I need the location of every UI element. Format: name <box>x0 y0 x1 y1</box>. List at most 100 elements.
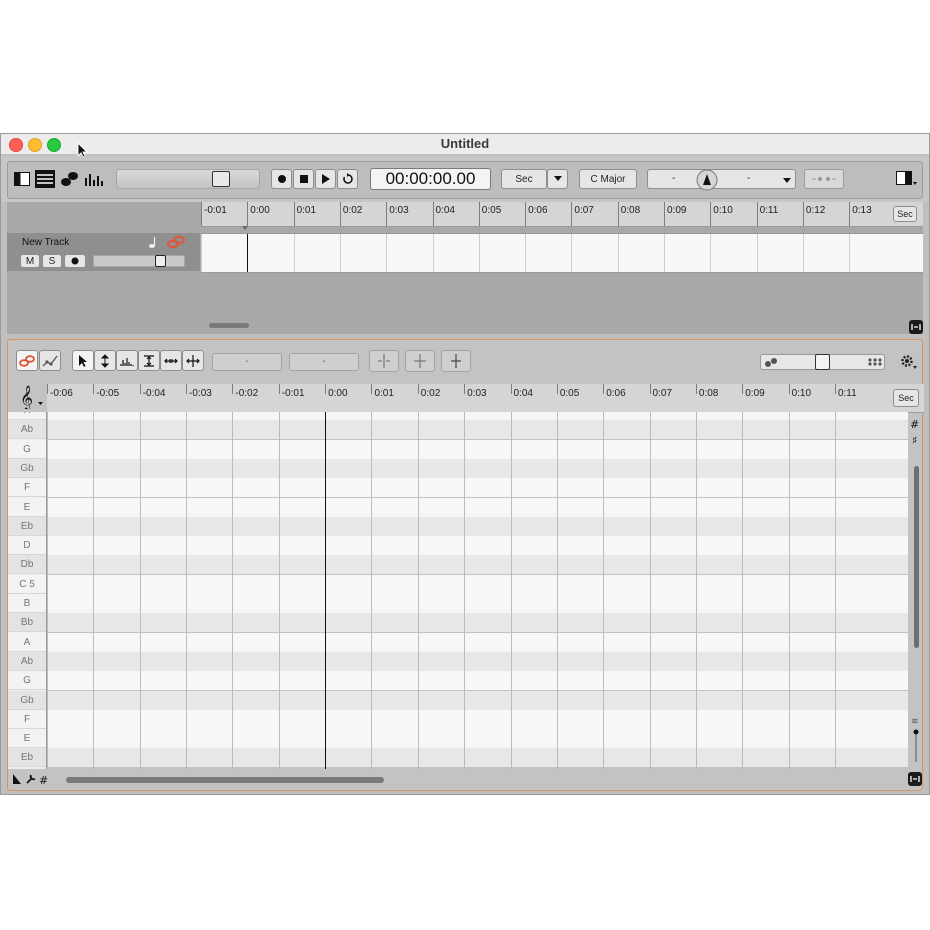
wrench-icon[interactable] <box>25 773 37 785</box>
note-row[interactable] <box>47 690 908 710</box>
note-row[interactable] <box>47 632 908 652</box>
piano-key[interactable]: Db <box>8 555 46 575</box>
piano-key[interactable]: G <box>8 671 46 691</box>
align-center-button[interactable] <box>405 350 435 372</box>
mute-button[interactable]: M <box>20 254 40 268</box>
editor-vertical-scrollbar[interactable] <box>914 466 919 648</box>
play-button[interactable] <box>315 169 336 189</box>
sharps-flats-icon[interactable]: # ♯ <box>910 416 922 446</box>
track-volume-thumb[interactable] <box>155 255 166 267</box>
time-format-button[interactable]: Sec <box>501 169 547 189</box>
track-volume-slider[interactable] <box>93 255 185 267</box>
piano-key[interactable]: Eb <box>8 516 46 536</box>
piano-key[interactable]: Gb <box>8 690 46 710</box>
velocity-tool-button[interactable] <box>94 350 116 371</box>
note-row[interactable] <box>47 671 908 691</box>
loop-button[interactable] <box>337 169 358 189</box>
piano-key[interactable]: E <box>8 497 46 517</box>
zoom-slider-thumb[interactable] <box>815 354 830 370</box>
editor-ruler-unit-button[interactable]: Sec <box>893 389 919 407</box>
piano-key[interactable]: D <box>8 536 46 556</box>
note-row[interactable] <box>47 594 908 613</box>
piano-key[interactable]: C 5 <box>8 574 46 594</box>
arrange-timeline-ruler[interactable]: Sec -0:01 0:00 0:01 0:02 0:03 0:04 0:05 0:06 0:0… <box>201 202 923 227</box>
tracks-view-icon[interactable] <box>35 170 55 188</box>
note-row[interactable] <box>47 536 908 556</box>
piano-key[interactable]: Gb <box>8 458 46 478</box>
note-row[interactable] <box>47 729 908 749</box>
mixer-view-icon[interactable] <box>84 172 104 186</box>
note-row[interactable] <box>47 497 908 517</box>
wave-tool-button[interactable] <box>116 350 138 371</box>
key-signature-button[interactable]: C Major <box>579 169 637 189</box>
record-arm-button[interactable] <box>64 254 86 268</box>
note-row[interactable] <box>47 478 908 498</box>
vertical-zoom-slider[interactable]: ≋ <box>911 714 921 764</box>
piano-key[interactable]: Bb <box>8 613 46 633</box>
treble-clef-icon[interactable]: 𝄞 <box>18 385 44 409</box>
split-tool-button[interactable] <box>182 350 204 371</box>
note-row[interactable] <box>47 420 908 440</box>
zoom-slider[interactable] <box>760 354 885 370</box>
piano-key[interactable]: G <box>8 439 46 459</box>
note-length-field[interactable]: - <box>289 353 359 371</box>
sidebar-toggle-icon[interactable] <box>896 171 918 187</box>
master-volume-slider[interactable] <box>116 169 260 189</box>
arrange-ruler-unit-button[interactable]: Sec <box>893 206 917 222</box>
tempo-control[interactable]: - - <box>647 169 796 191</box>
note-row[interactable] <box>47 516 908 536</box>
notes-view-icon[interactable] <box>60 170 80 188</box>
note-row[interactable] <box>47 748 908 768</box>
resize-tool-button[interactable] <box>138 350 160 371</box>
stop-button[interactable] <box>293 169 314 189</box>
key-signature-label: C Major <box>590 173 626 185</box>
align-end-button[interactable] <box>441 350 471 372</box>
piano-key[interactable]: Ab <box>8 420 46 440</box>
track-lane[interactable] <box>201 233 923 273</box>
note-row[interactable] <box>47 555 908 575</box>
pointer-tool-button[interactable] <box>72 350 94 371</box>
gear-icon[interactable] <box>900 354 918 370</box>
note-grid[interactable] <box>47 412 908 769</box>
record-button[interactable] <box>271 169 292 189</box>
piano-roll-editor: - - 𝄞 Sec -0:06 -0:05 -0:04 -0:03 -0:02 … <box>7 339 924 791</box>
inspector-toggle-icon[interactable] <box>14 172 30 186</box>
note-row[interactable] <box>47 458 908 478</box>
note-row[interactable] <box>47 412 908 420</box>
piano-keys[interactable]: AAbGGbFEEbDDbC 5BBbAAbGGbFEEb <box>8 412 47 769</box>
arrange-horizontal-scrollbar[interactable] <box>209 323 249 328</box>
grid-line <box>603 412 605 769</box>
automation-mode-button[interactable] <box>39 350 61 371</box>
quantize-button[interactable] <box>804 169 844 189</box>
piano-key[interactable]: F <box>8 709 46 729</box>
scale-icon[interactable]: # <box>39 773 51 785</box>
note-position-field[interactable]: - <box>212 353 282 371</box>
svg-text:#: # <box>910 418 919 431</box>
editor-timeline-ruler[interactable]: Sec -0:06 -0:05 -0:04 -0:03 -0:02 -0:01 0:00 0:… <box>47 384 924 413</box>
velocity-lane-icon[interactable] <box>11 773 23 785</box>
piano-key[interactable]: F <box>8 478 46 498</box>
time-format-dropdown[interactable] <box>547 169 568 189</box>
piano-key[interactable]: Eb <box>8 748 46 768</box>
piano-key[interactable]: E <box>8 729 46 749</box>
stretch-tool-button[interactable] <box>160 350 182 371</box>
link-icon[interactable] <box>166 235 186 249</box>
piano-key[interactable]: Ab <box>8 651 46 671</box>
note-row[interactable] <box>47 439 908 459</box>
zoom-fit-icon[interactable] <box>909 320 923 334</box>
piano-key[interactable]: A <box>8 632 46 652</box>
solo-button[interactable]: S <box>42 254 62 268</box>
piano-roll-mode-button[interactable] <box>16 350 38 371</box>
editor-horizontal-scrollbar[interactable] <box>66 777 384 783</box>
zoom-fit-icon[interactable] <box>908 772 922 786</box>
align-start-button[interactable] <box>369 350 399 372</box>
note-row[interactable] <box>47 613 908 633</box>
note-row[interactable] <box>47 651 908 671</box>
note-row[interactable] <box>47 709 908 729</box>
piano-key[interactable]: A <box>8 412 46 420</box>
volume-slider-thumb[interactable] <box>212 171 230 187</box>
note-row[interactable] <box>47 574 908 594</box>
track-header[interactable]: New Track M S <box>7 233 200 271</box>
time-display[interactable]: 00:00:00.00 <box>370 168 491 190</box>
piano-key[interactable]: B <box>8 594 46 613</box>
